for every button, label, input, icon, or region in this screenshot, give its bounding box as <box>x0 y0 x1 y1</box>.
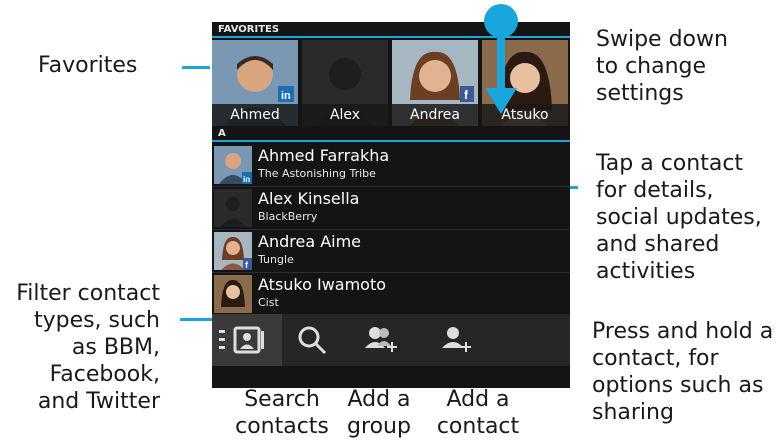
contact-avatar: in <box>214 146 252 184</box>
filter-line-2: types, such <box>33 308 160 333</box>
filter-line-1: Filter contact <box>16 281 160 306</box>
section-letter-a: A <box>212 126 570 142</box>
press-line-1: Press and hold a <box>592 319 774 344</box>
search-annotation: Search contacts <box>232 386 332 440</box>
search-line-2: contacts <box>235 414 329 439</box>
contacts-filter-button[interactable] <box>212 314 282 366</box>
favorite-tile-alex[interactable]: Alex <box>302 40 388 126</box>
avatar-placeholder-icon <box>214 189 252 227</box>
tap-line-4: and shared <box>596 232 720 257</box>
favorite-name: Alex <box>302 104 388 126</box>
contact-company: Tungle <box>258 253 294 266</box>
contact-name: Alex Kinsella <box>258 189 360 208</box>
add-group-annotation: Add a group <box>338 386 420 440</box>
favorite-tile-andrea[interactable]: f Andrea <box>392 40 478 126</box>
add-contact-annotation: Add a contact <box>428 386 528 440</box>
avatar: in <box>214 146 252 184</box>
svg-text:in: in <box>281 90 291 102</box>
press-annotation: Press and hold a contact, for options su… <box>592 318 773 426</box>
swipe-annotation: Swipe down to change settings <box>596 26 728 107</box>
swipe-line-3: settings <box>596 81 684 106</box>
bottom-toolbar <box>212 314 570 366</box>
favorite-name: Andrea <box>392 104 478 126</box>
contact-company: The Astonishing Tribe <box>258 167 376 180</box>
tap-line-3: social updates, <box>596 205 762 230</box>
contact-company: BlackBerry <box>258 210 318 223</box>
favorites-annotation-text: Favorites <box>38 53 138 78</box>
add-group-icon <box>365 327 397 352</box>
svg-text:in: in <box>243 175 250 184</box>
contacts-filter-icon <box>219 326 264 354</box>
contact-row[interactable]: in Ahmed Farrakha The Astonishing Tribe <box>212 144 570 187</box>
contact-company: Cist <box>258 296 279 309</box>
contact-row[interactable]: f Andrea Aime Tungle <box>212 230 570 273</box>
swipe-down-arrow-icon <box>485 88 517 114</box>
swipe-line-2: to change <box>596 54 707 79</box>
add-group-line-2: group <box>347 414 411 439</box>
search-line-1: Search <box>244 387 320 412</box>
contact-row[interactable]: Alex Kinsella BlackBerry <box>212 187 570 230</box>
contact-row[interactable]: Atsuko Iwamoto Cist <box>212 273 570 316</box>
add-group-line-1: Add a <box>347 387 411 412</box>
contact-name: Ahmed Farrakha <box>258 146 390 165</box>
search-button[interactable] <box>290 314 334 366</box>
contact-name: Atsuko Iwamoto <box>258 275 387 294</box>
tap-annotation: Tap a contact for details, social update… <box>596 150 762 285</box>
avatar: f <box>214 232 252 270</box>
tap-line-5: activities <box>596 259 696 284</box>
tap-line-2: for details, <box>596 178 714 203</box>
contact-avatar <box>214 189 252 227</box>
search-icon <box>298 326 327 355</box>
add-group-button[interactable] <box>358 314 402 366</box>
filter-line-4: Facebook, <box>49 362 160 387</box>
contact-name: Andrea Aime <box>258 232 362 251</box>
favorites-annotation: Favorites <box>38 52 137 79</box>
favorites-leader-line <box>182 66 210 69</box>
contact-list: in Ahmed Farrakha The Astonishing Tribe … <box>212 144 570 316</box>
avatar <box>214 275 252 313</box>
add-contact-button[interactable] <box>434 314 478 366</box>
filter-line-5: and Twitter <box>37 389 160 414</box>
swipe-arrow-shaft <box>497 30 505 90</box>
contact-avatar <box>214 275 252 313</box>
filter-line-3: as BBM, <box>71 335 160 360</box>
favorite-name: Ahmed <box>212 104 298 126</box>
press-line-3: options such as <box>592 373 764 398</box>
filter-annotation: Filter contact types, such as BBM, Faceb… <box>0 280 160 415</box>
press-line-4: sharing <box>592 400 674 425</box>
tap-line-1: Tap a contact <box>596 151 744 176</box>
add-contact-line-1: Add a <box>446 387 510 412</box>
contact-avatar: f <box>214 232 252 270</box>
press-line-2: contact, for <box>592 346 719 371</box>
swipe-line-1: Swipe down <box>596 27 728 52</box>
contacts-screen: FAVORITES in Ahmed Alex f Andrea Atsuko … <box>212 22 570 388</box>
add-contact-icon <box>442 327 471 352</box>
filter-leader-line <box>180 318 216 321</box>
favorite-tile-ahmed[interactable]: in Ahmed <box>212 40 298 126</box>
add-contact-line-2: contact <box>436 414 520 439</box>
